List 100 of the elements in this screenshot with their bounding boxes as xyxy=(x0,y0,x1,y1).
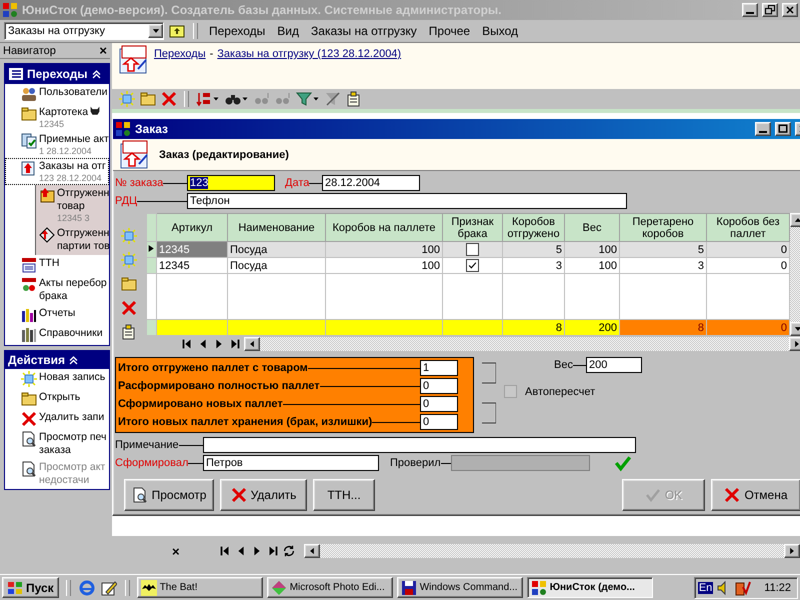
navigator-item[interactable]: Приемные акт 1 28.12.2004 xyxy=(5,131,109,158)
taskbar-button[interactable]: The Bat! xyxy=(136,577,263,598)
section-title: Переходы xyxy=(27,67,88,81)
column-header[interactable]: Вес xyxy=(564,214,620,242)
item-label: Акты перебор брака xyxy=(39,277,107,303)
autorecalc-label: Автопересчет xyxy=(525,386,596,398)
close-button[interactable]: × xyxy=(172,544,180,559)
dialog-button[interactable]: Просмотр xyxy=(124,479,214,511)
navigator-item[interactable]: Справочники xyxy=(5,325,109,345)
column-header[interactable]: Наименование xyxy=(228,214,326,242)
table-cell: 12345 xyxy=(156,258,228,274)
language-indicator[interactable]: En xyxy=(698,582,714,594)
item-label: ТТН xyxy=(39,257,60,270)
breadcrumb-separator: - xyxy=(210,48,214,60)
table-cell: 12345 xyxy=(156,242,228,258)
dialog-heading: Заказ (редактирование) xyxy=(159,148,289,160)
dialog-title: Заказ xyxy=(135,122,169,136)
rdc-field[interactable]: Тефлон xyxy=(187,193,627,209)
breadcrumb-link[interactable]: Переходы xyxy=(154,48,206,60)
pallet-count-field[interactable]: 0 xyxy=(420,396,458,412)
menu-item[interactable]: Вид xyxy=(273,22,304,40)
pallet-label: Итого отгружено паллет с товаром xyxy=(118,362,308,374)
navigator-item[interactable]: ТТН xyxy=(5,255,109,275)
table-cell: 3 xyxy=(502,258,564,274)
item-label: Новая запись xyxy=(39,371,106,384)
table-cell: 100 xyxy=(326,258,442,274)
pallet-label: Итого новых паллет хранения (брак, излишки) xyxy=(118,416,372,428)
start-button[interactable]: Пуск xyxy=(2,577,59,598)
navigator-item[interactable]: Заказы на отг 123 28.12.2004 xyxy=(5,158,109,185)
created-by-field[interactable]: Петров xyxy=(203,455,379,471)
total-cell: 0 xyxy=(706,320,790,336)
item-subtitle: 1 28.12.2004 xyxy=(39,146,93,156)
item-label: Просмотр акт недостачи xyxy=(39,461,106,487)
close-button[interactable]: × xyxy=(99,43,107,58)
pallet-count-field[interactable]: 1 xyxy=(420,360,458,376)
navigator-item[interactable]: Открыть xyxy=(5,389,109,409)
taskbar-button[interactable]: ЮниСток (демо... xyxy=(526,577,653,598)
order-number-field[interactable]: 123 xyxy=(187,175,275,191)
column-header[interactable]: Перетарено коробов xyxy=(620,214,706,242)
column-header[interactable]: Коробов без паллет xyxy=(706,214,790,242)
dialog-button[interactable]: Удалить xyxy=(220,479,307,511)
navigator-item[interactable]: Картотека 12345 xyxy=(5,104,109,131)
item-label: Пользователи xyxy=(39,86,108,99)
item-subtitle: 12345 xyxy=(39,119,66,129)
table-cell: 3 xyxy=(620,258,706,274)
pallet-count-field[interactable]: 0 xyxy=(420,378,458,394)
item-label: Отчеты xyxy=(39,307,76,320)
navigator-title: Навигатор xyxy=(3,44,56,56)
section-header[interactable]: Переходы xyxy=(5,64,109,84)
pallet-count-field[interactable]: 0 xyxy=(420,414,458,430)
item-label: Открыть xyxy=(39,391,80,404)
navigator-item[interactable]: Новая запись xyxy=(5,369,109,389)
item-label: Просмотр печ заказа xyxy=(39,431,107,457)
pallet-label: Сформировано новых паллет xyxy=(118,398,283,410)
item-label: Отгруженн товар xyxy=(57,187,110,213)
total-cell: 200 xyxy=(564,320,620,336)
table-cell: 100 xyxy=(564,258,620,274)
weight-label: Вес xyxy=(554,359,573,371)
date-field[interactable]: 28.12.2004 xyxy=(322,175,420,191)
created-by-label: Сформировал xyxy=(115,457,188,469)
pallet-label: Расформировано полностью паллет xyxy=(118,380,320,392)
menu-item[interactable]: Прочее xyxy=(424,22,474,40)
column-header[interactable]: Признак брака xyxy=(442,214,502,242)
taskbar-button[interactable]: Microsoft Photo Edi... xyxy=(266,577,393,598)
total-cell: 8 xyxy=(620,320,706,336)
item-label: Заказы на отг xyxy=(39,160,106,173)
dialog-button[interactable]: ТТН... xyxy=(313,479,375,511)
menu-item[interactable]: Заказы на отгрузку xyxy=(307,22,421,40)
navigator-item[interactable]: Отгруженн товар 12345 3 xyxy=(36,185,109,225)
column-header[interactable]: Коробов на паллете xyxy=(326,214,442,242)
navigator-item[interactable]: Удалить запи xyxy=(5,409,109,429)
dialog-button[interactable]: Отмена xyxy=(711,479,800,511)
item-subtitle: 12345 3 xyxy=(57,213,91,223)
item-subtitle: 123 28.12.2004 xyxy=(39,173,103,183)
menu-item[interactable]: Переходы xyxy=(205,22,270,40)
weight-field[interactable]: 200 xyxy=(586,357,642,373)
date-label: Дата xyxy=(285,177,310,189)
menu-item[interactable]: Выход xyxy=(478,22,522,40)
navigator-item[interactable]: Акты перебор брака xyxy=(5,275,109,305)
section-title: Действия xyxy=(8,353,66,367)
column-header[interactable]: Артикул xyxy=(156,214,228,242)
rdc-label: РДЦ xyxy=(115,195,138,207)
item-label: Удалить запи xyxy=(39,411,104,424)
clock: 11:22 xyxy=(764,582,791,594)
taskbar-button[interactable]: Windows Command... xyxy=(396,577,523,598)
navigator-item[interactable]: Просмотр печ заказа xyxy=(5,429,109,459)
navigator-item[interactable]: Отчеты xyxy=(5,305,109,325)
column-header[interactable]: Коробов отгружено xyxy=(502,214,564,242)
navigator-item[interactable]: Пользователи xyxy=(5,84,109,104)
table-cell: 0 xyxy=(706,258,790,274)
breadcrumb-link[interactable]: Заказы на отгрузку (123 28.12.2004) xyxy=(217,48,402,60)
item-label: Картотека xyxy=(39,106,88,119)
section-dropdown[interactable]: Заказы на отгрузку xyxy=(4,22,164,40)
checked-by-label: Проверил xyxy=(390,457,441,469)
order-number-label: № заказа xyxy=(115,177,164,189)
table-cell: Посуда xyxy=(228,258,326,274)
section-header[interactable]: Действия xyxy=(5,351,109,369)
item-label: Справочники xyxy=(39,327,103,340)
note-label: Примечание xyxy=(115,439,179,451)
item-label: Приемные акт xyxy=(39,133,109,146)
